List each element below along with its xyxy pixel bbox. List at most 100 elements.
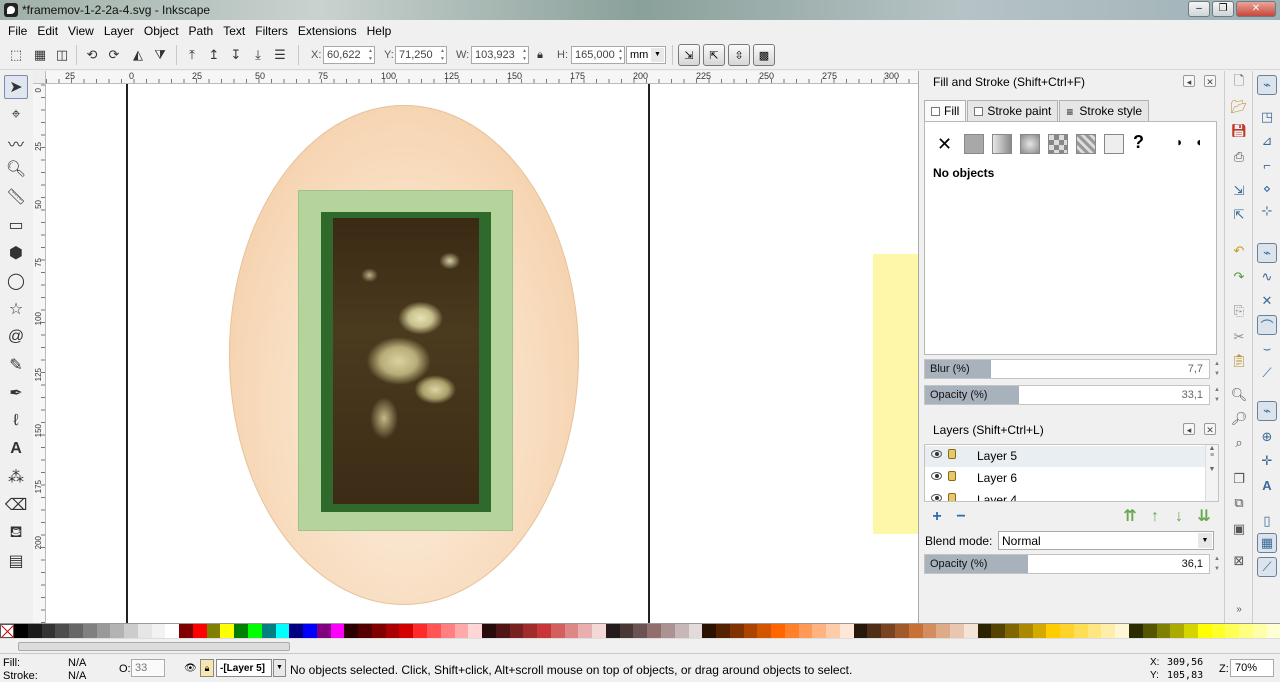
measure-tool-icon[interactable]: 📏︎: [4, 185, 28, 209]
lock-icon[interactable]: 🔒︎: [200, 659, 214, 677]
color-swatch[interactable]: [991, 624, 1006, 638]
new-document-icon[interactable]: 🗋︎: [1229, 73, 1249, 93]
y-field[interactable]: 71,250: [395, 46, 447, 64]
lower-icon[interactable]: ↧: [226, 46, 246, 64]
color-swatch[interactable]: [1060, 624, 1074, 638]
opacity-field[interactable]: 33: [131, 659, 165, 677]
color-swatch[interactable]: [619, 624, 634, 638]
pen-tool-icon[interactable]: ✒: [4, 381, 28, 405]
blend-mode-select[interactable]: Normal ▼: [998, 531, 1214, 550]
more-commands-icon[interactable]: »: [1229, 599, 1249, 619]
color-swatch[interactable]: [660, 624, 675, 638]
snap-bbox-midpoint-icon[interactable]: ⋄: [1257, 179, 1277, 199]
color-swatch[interactable]: [743, 624, 758, 638]
color-swatch[interactable]: [936, 624, 951, 638]
lower-to-bottom-icon[interactable]: ⤓: [248, 46, 268, 64]
menu-text[interactable]: Text: [218, 24, 250, 38]
layer-row[interactable]: Layer 6: [925, 468, 1205, 489]
import-icon[interactable]: ⇲: [1229, 181, 1249, 201]
clone-icon[interactable]: ⧉: [1229, 493, 1249, 513]
paste-icon[interactable]: 📋︎: [1229, 351, 1249, 371]
unknown-paint-icon[interactable]: ?: [1133, 132, 1144, 153]
lock-icon[interactable]: [948, 493, 956, 501]
snap-text-baseline-icon[interactable]: A: [1257, 475, 1277, 495]
rotate-cw-icon[interactable]: ⟳: [104, 46, 124, 64]
snap-midpoint-icon[interactable]: ⟋: [1257, 363, 1277, 383]
zoom-field[interactable]: 70%: [1230, 659, 1274, 677]
menu-object[interactable]: Object: [139, 24, 184, 38]
blur-slider[interactable]: Blur (%) 7,7: [924, 359, 1210, 379]
move-patterns-toggle[interactable]: ▩: [753, 44, 775, 66]
color-swatch[interactable]: [798, 624, 813, 638]
color-swatch[interactable]: [1005, 624, 1019, 638]
linear-gradient-icon[interactable]: [992, 134, 1012, 154]
color-swatch[interactable]: [399, 624, 414, 638]
color-swatch[interactable]: [784, 624, 799, 638]
color-swatch[interactable]: [303, 624, 317, 638]
redo-icon[interactable]: ↷: [1229, 267, 1249, 287]
cut-icon[interactable]: ✂: [1229, 327, 1249, 347]
move-gradients-toggle[interactable]: ⇳: [728, 44, 750, 66]
color-swatch[interactable]: [289, 624, 304, 638]
eye-icon[interactable]: [931, 472, 942, 480]
color-swatch[interactable]: [605, 624, 620, 638]
color-swatch[interactable]: [1087, 624, 1102, 638]
tweak-tool-icon[interactable]: 〰: [4, 131, 28, 155]
3d-box-tool-icon[interactable]: ⬢: [4, 241, 28, 265]
opacity-spin-icon[interactable]: ▲ ▼: [1212, 385, 1222, 405]
color-swatch[interactable]: [633, 624, 648, 638]
calligraphy-tool-icon[interactable]: ℓ: [4, 409, 28, 433]
snap-path-icon[interactable]: ∿: [1257, 267, 1277, 287]
color-swatch[interactable]: [1184, 624, 1198, 638]
width-field[interactable]: 103,923: [471, 46, 529, 64]
horizontal-scrollbar[interactable]: [0, 638, 1280, 653]
fill-rule-evenodd-icon[interactable]: ◗: [1176, 135, 1183, 149]
color-swatch[interactable]: [1239, 624, 1253, 638]
gradient-tool-icon[interactable]: ▤: [4, 549, 28, 573]
color-swatch[interactable]: [82, 624, 97, 638]
iconify-icon[interactable]: ◂: [1183, 75, 1195, 87]
minimize-button[interactable]: –: [1188, 1, 1210, 17]
color-swatch[interactable]: [179, 624, 193, 638]
lock-icon[interactable]: [948, 471, 956, 481]
drawing-canvas[interactable]: [46, 84, 918, 623]
menu-file[interactable]: File: [3, 24, 32, 38]
snap-nodes-icon[interactable]: ⌁: [1257, 243, 1277, 263]
flip-horizontal-icon[interactable]: ◭: [128, 46, 148, 64]
raise-layer-icon[interactable]: ↑: [1146, 508, 1164, 526]
color-swatch[interactable]: [454, 624, 469, 638]
radial-gradient-icon[interactable]: [1020, 134, 1040, 154]
color-swatch[interactable]: [1115, 624, 1130, 638]
zoom-selection-icon[interactable]: 🔍︎: [1229, 385, 1249, 405]
opacity-slider[interactable]: Opacity (%) 33,1: [924, 385, 1210, 405]
flat-color-icon[interactable]: [964, 134, 984, 154]
color-swatch[interactable]: [564, 624, 579, 638]
color-swatch[interactable]: [812, 624, 827, 638]
scrollbar-thumb[interactable]: [18, 642, 290, 651]
flip-vertical-icon[interactable]: ⧩: [150, 46, 170, 64]
snap-bbox-corner-icon[interactable]: ⌐: [1257, 155, 1277, 175]
menu-filters[interactable]: Filters: [250, 24, 293, 38]
snap-bbox-center-icon[interactable]: ⊹: [1257, 201, 1277, 221]
group-icon[interactable]: ▣: [1229, 519, 1249, 539]
color-swatch[interactable]: [647, 624, 661, 638]
tab-fill[interactable]: Fill: [924, 100, 967, 121]
fill-rule-nonzero-icon[interactable]: ◖: [1195, 135, 1202, 149]
color-swatch[interactable]: [771, 624, 785, 638]
snap-page-border-icon[interactable]: ▯: [1257, 511, 1277, 531]
layer-opacity-slider[interactable]: Opacity (%) 36,1: [924, 554, 1210, 574]
color-swatch[interactable]: [1197, 624, 1212, 638]
add-layer-icon[interactable]: +: [928, 508, 946, 526]
color-swatch[interactable]: [495, 624, 510, 638]
leaves-photo-image[interactable]: [333, 218, 479, 504]
color-swatch[interactable]: [950, 624, 964, 638]
color-swatch[interactable]: [702, 624, 717, 638]
horizontal-ruler[interactable]: 25 0 25 50 75 100 125 150 175 200 225 25…: [46, 71, 918, 84]
color-swatch[interactable]: [192, 624, 207, 638]
color-swatch[interactable]: [1073, 624, 1088, 638]
selector-tool-icon[interactable]: ➤: [4, 75, 28, 99]
iconify-icon[interactable]: ◂: [1183, 423, 1195, 435]
eye-icon[interactable]: [931, 494, 942, 501]
zoom-drawing-icon[interactable]: 🔎︎: [1229, 409, 1249, 429]
color-swatch[interactable]: [413, 624, 427, 638]
